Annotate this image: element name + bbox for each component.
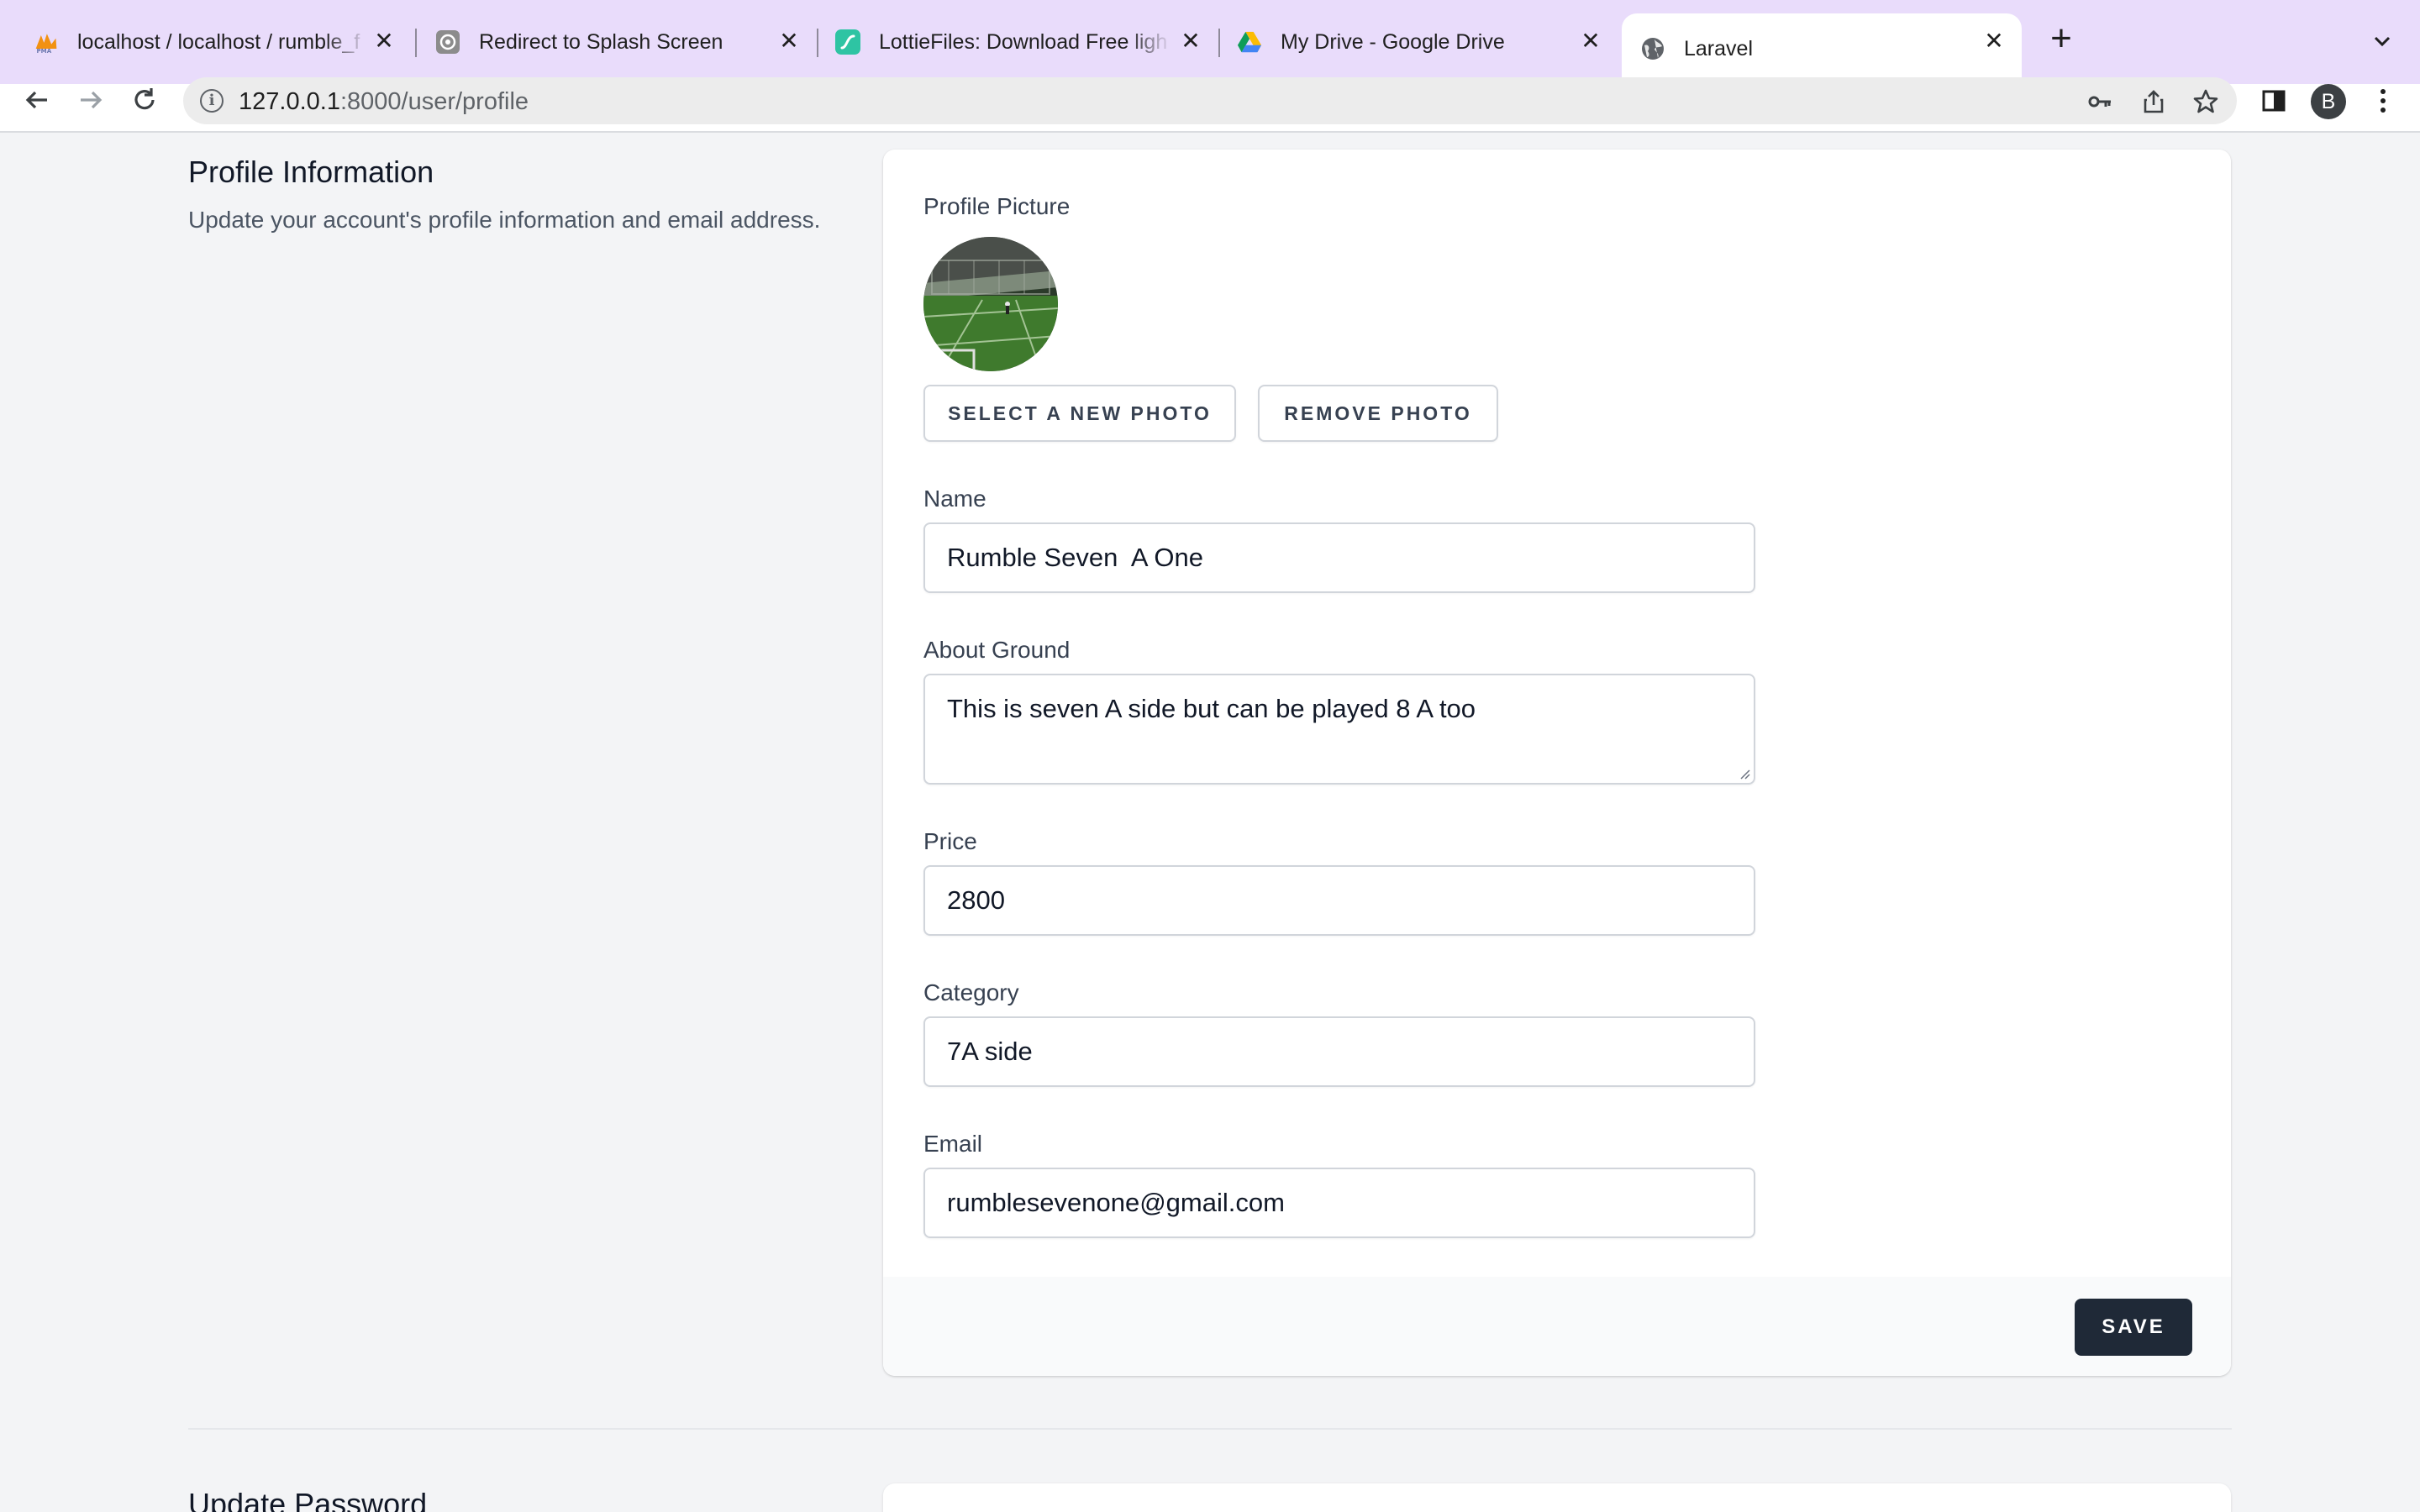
tab-lottiefiles[interactable]: LottieFiles: Download Free ligh ✕ <box>818 13 1218 71</box>
email-label: Email <box>923 1131 983 1157</box>
about-ground-label: About Ground <box>923 637 1071 663</box>
tab-title: Laravel <box>1684 36 1753 60</box>
about-ground-value: This is seven A side but can be played 8… <box>947 694 1476 723</box>
tab-redirect[interactable]: Redirect to Splash Screen ✕ <box>417 13 817 71</box>
tab-google-drive[interactable]: My Drive - Google Drive ✕ <box>1220 13 1618 71</box>
select-new-photo-button[interactable]: SELECT A NEW PHOTO <box>923 385 1236 442</box>
url-text: 127.0.0.1:8000/user/profile <box>239 88 529 116</box>
resize-handle-icon[interactable] <box>1737 766 1750 780</box>
close-tab-icon[interactable]: ✕ <box>776 29 802 54</box>
phpmyadmin-icon: PMA <box>34 29 59 55</box>
tab-laravel[interactable]: Laravel ✕ <box>1622 13 2022 84</box>
price-label: Price <box>923 828 977 854</box>
reload-icon[interactable] <box>126 81 163 118</box>
profile-avatar[interactable]: B <box>2311 84 2346 119</box>
tab-title: LottieFiles: Download Free ligh <box>879 29 1168 54</box>
profile-section-description: Update your account's profile informatio… <box>188 207 821 233</box>
email-value: rumblesevenone@gmail.com <box>947 1188 1285 1217</box>
browser-tab-bar: PMA localhost / localhost / rumble_f ✕ R… <box>0 0 2420 84</box>
profile-picture-label: Profile Picture <box>923 193 1071 219</box>
close-tab-icon[interactable]: ✕ <box>1981 29 2007 54</box>
name-input[interactable]: Rumble Seven A One <box>923 522 1755 593</box>
category-value: 7A side <box>947 1037 1033 1066</box>
svg-text:PMA: PMA <box>37 47 52 55</box>
globe-icon <box>1640 36 1665 61</box>
tab-title: localhost / localhost / rumble_f <box>77 29 360 54</box>
update-password-title: Update Password <box>188 1487 428 1512</box>
name-value: Rumble Seven A One <box>947 543 1204 572</box>
tab-title: My Drive - Google Drive <box>1281 29 1505 54</box>
tab-search-chevron-icon[interactable] <box>2368 27 2396 55</box>
price-input[interactable]: 2800 <box>923 865 1755 936</box>
url-host: 127.0.0.1 <box>239 88 340 115</box>
address-bar[interactable]: i 127.0.0.1:8000/user/profile <box>183 77 2237 124</box>
share-icon[interactable] <box>2139 87 2168 116</box>
forward-arrow-icon[interactable] <box>72 81 109 118</box>
tab-phpmyadmin[interactable]: PMA localhost / localhost / rumble_f ✕ <box>0 13 412 71</box>
new-tab-plus-icon[interactable]: + <box>2044 20 2079 57</box>
close-tab-icon[interactable]: ✕ <box>371 29 397 54</box>
category-label: Category <box>923 979 1019 1005</box>
lottiefiles-icon <box>835 29 860 55</box>
close-tab-icon[interactable]: ✕ <box>1178 29 1203 54</box>
google-drive-icon <box>1237 29 1262 55</box>
side-panel-icon[interactable] <box>2257 84 2291 118</box>
back-arrow-icon[interactable] <box>18 81 55 118</box>
email-input[interactable]: rumblesevenone@gmail.com <box>923 1168 1755 1238</box>
save-button[interactable]: SAVE <box>2075 1299 2192 1356</box>
more-menu-icon[interactable] <box>2366 84 2400 118</box>
site-info-icon[interactable]: i <box>200 89 224 113</box>
name-label: Name <box>923 486 986 512</box>
tab-title: Redirect to Splash Screen <box>479 29 723 54</box>
key-icon[interactable] <box>2086 87 2114 116</box>
bookmark-star-icon[interactable] <box>2191 87 2220 116</box>
update-password-card <box>883 1483 2231 1512</box>
price-value: 2800 <box>947 885 1005 915</box>
openai-icon <box>435 29 460 55</box>
url-path: :8000/user/profile <box>339 88 529 115</box>
remove-photo-button[interactable]: REMOVE PHOTO <box>1258 385 1498 442</box>
category-input[interactable]: 7A side <box>923 1016 1755 1087</box>
toolbar-divider <box>0 131 2420 133</box>
profile-section-title: Profile Information <box>188 155 434 189</box>
profile-form-card: Profile Picture SELECT A NEW PHOTO REMOV… <box>883 150 2231 1376</box>
form-footer <box>883 1277 2231 1376</box>
about-ground-textarea[interactable]: This is seven A side but can be played 8… <box>923 674 1755 785</box>
profile-photo <box>923 237 1058 371</box>
section-divider <box>188 1428 2232 1430</box>
close-tab-icon[interactable]: ✕ <box>1578 29 1603 54</box>
